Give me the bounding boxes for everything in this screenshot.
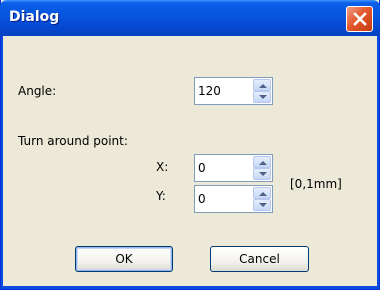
angle-spin-up-button[interactable] [253, 79, 271, 91]
window-title: Dialog [9, 9, 60, 25]
unit-label: [0,1mm] [290, 177, 342, 191]
arrow-up-icon [259, 161, 267, 165]
turn-around-point-label: Turn around point: [18, 134, 128, 148]
y-spin-arrows [253, 187, 271, 211]
angle-spin-down-button[interactable] [253, 91, 271, 103]
angle-spinbox [194, 77, 273, 105]
x-spinbox [194, 154, 273, 182]
close-button[interactable] [346, 6, 373, 32]
y-spin-up-button[interactable] [253, 187, 271, 199]
x-input[interactable] [197, 158, 248, 178]
angle-spin-arrows [253, 79, 271, 103]
arrow-down-icon [259, 203, 267, 207]
arrow-down-icon [259, 95, 267, 99]
y-spinbox [194, 185, 273, 213]
arrow-up-icon [259, 84, 267, 88]
arrow-down-icon [259, 172, 267, 176]
close-icon [353, 12, 367, 26]
dialog-window: Dialog Angle: Turn around point: X: [0, 0, 380, 290]
arrow-up-icon [259, 192, 267, 196]
x-spin-arrows [253, 156, 271, 180]
x-spin-down-button[interactable] [253, 168, 271, 180]
y-input[interactable] [197, 189, 248, 209]
title-bar[interactable]: Dialog [0, 0, 380, 36]
x-spin-up-button[interactable] [253, 156, 271, 168]
x-label: X: [156, 160, 169, 174]
ok-button[interactable]: OK [75, 246, 173, 272]
y-spin-down-button[interactable] [253, 199, 271, 211]
cancel-button[interactable]: Cancel [210, 246, 309, 272]
angle-input[interactable] [197, 81, 248, 101]
angle-label: Angle: [18, 84, 57, 98]
y-label: Y: [156, 189, 166, 203]
